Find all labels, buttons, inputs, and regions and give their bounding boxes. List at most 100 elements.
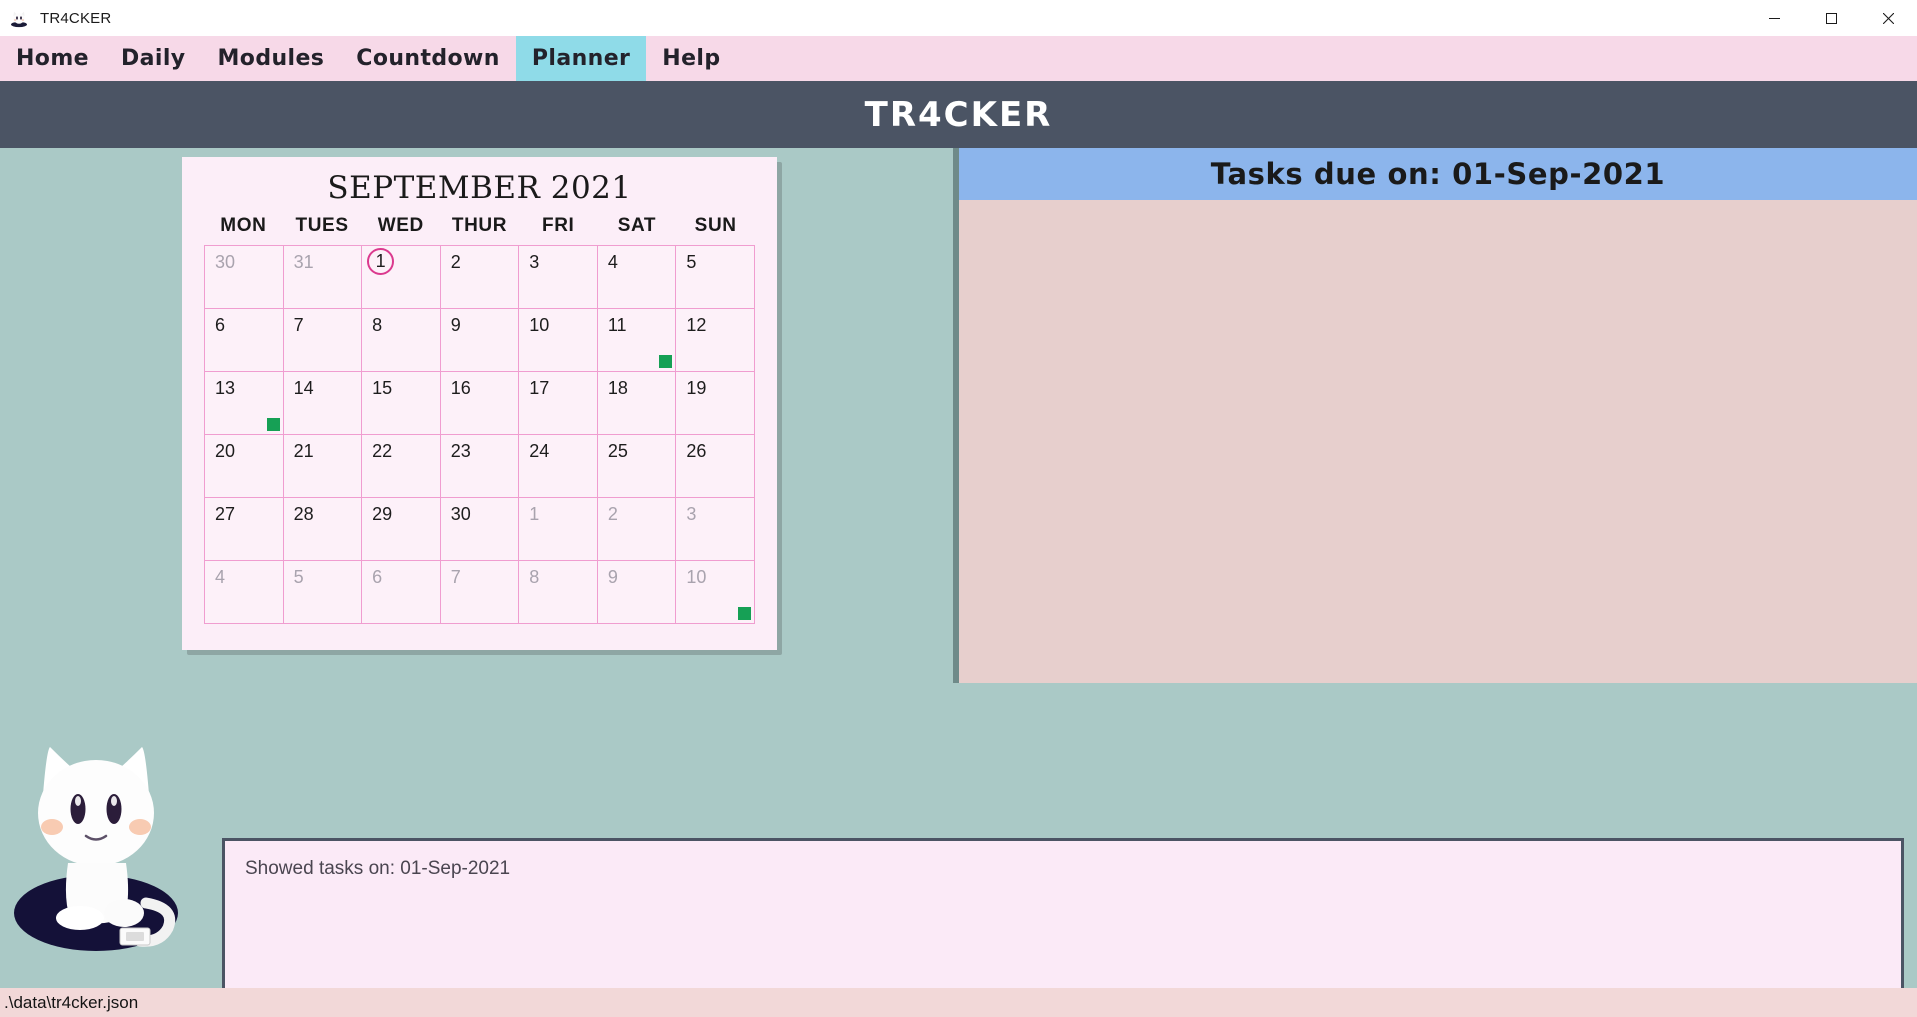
- calendar-day-cell[interactable]: 16: [440, 372, 520, 436]
- tasks-panel-list[interactable]: [959, 200, 1917, 683]
- menu-item-label: Planner: [531, 46, 631, 71]
- calendar-day-cell[interactable]: 7: [283, 309, 363, 373]
- menu-item-planner[interactable]: Planner: [515, 36, 647, 81]
- calendar-day-number: 2: [450, 252, 461, 273]
- calendar-day-cell[interactable]: 30: [440, 498, 520, 562]
- calendar-day-cell[interactable]: 29: [362, 498, 441, 562]
- minimize-button[interactable]: [1746, 0, 1803, 36]
- window-titlebar: TR4CKER: [0, 0, 1917, 36]
- calendar-day-number: 4: [607, 252, 618, 273]
- calendar-dayname-sat: SAT: [617, 215, 657, 237]
- calendar-day-cell[interactable]: 30: [205, 246, 284, 310]
- menu-item-label: Modules: [217, 46, 325, 71]
- calendar-day-cell[interactable]: 31: [283, 246, 363, 310]
- calendar-day-cell[interactable]: 9: [597, 561, 677, 625]
- tasks-panel-header: Tasks due on: 01-Sep-2021: [959, 148, 1917, 200]
- menu-item-help[interactable]: Help: [646, 36, 736, 81]
- menu-item-countdown[interactable]: Countdown: [340, 36, 516, 81]
- calendar-day-number: 18: [607, 378, 628, 399]
- tasks-panel: Tasks due on: 01-Sep-2021: [959, 148, 1917, 683]
- menu-item-label: Help: [662, 46, 721, 71]
- calendar-day-number: 29: [372, 504, 393, 525]
- calendar-day-cell[interactable]: 6: [205, 309, 284, 373]
- main-menubar: Home Daily Modules Countdown Planner Help: [0, 36, 1917, 81]
- calendar-dayname-thur: THUR: [451, 215, 508, 237]
- status-bar-path: .\data\tr4cker.json: [4, 992, 139, 1012]
- calendar-day-cell[interactable]: 10: [519, 309, 598, 373]
- calendar-day-cell[interactable]: 1: [362, 246, 441, 310]
- task-indicator-dot: [737, 607, 751, 621]
- calendar-day-cell[interactable]: 8: [519, 561, 598, 625]
- calendar-day-cell[interactable]: 15: [362, 372, 441, 436]
- calendar-day-cell[interactable]: 10: [676, 561, 755, 625]
- calendar-day-cell[interactable]: 25: [597, 435, 677, 499]
- calendar-day-cell[interactable]: 27: [205, 498, 284, 562]
- calendar-day-grid: 30 31 1 2 3 4 5 6 7 8 9 10 11 12 13 14 15 16 17 18 19 20 21 22 2…: [204, 245, 755, 625]
- calendar-region: SEPTEMBER 2021 MON TUES WED THUR FRI SAT SUN 3…: [0, 148, 959, 683]
- app-window: TR4CKER Home Daily Modules Countdown Planner…: [0, 0, 1917, 1017]
- calendar-day-cell[interactable]: 2: [597, 498, 677, 562]
- calendar-day-cell[interactable]: 5: [283, 561, 363, 625]
- calendar-day-number: 19: [686, 378, 707, 399]
- calendar-day-cell[interactable]: 18: [597, 372, 677, 436]
- calendar-day-cell[interactable]: 20: [205, 435, 284, 499]
- window-controls: [1746, 0, 1917, 36]
- calendar-dayname-mon: MON: [220, 215, 267, 237]
- calendar-day-cell[interactable]: 23: [440, 435, 520, 499]
- calendar-day-cell[interactable]: 9: [440, 309, 520, 373]
- close-button[interactable]: [1860, 0, 1917, 36]
- task-indicator-dot: [266, 418, 280, 432]
- calendar-day-number: 7: [450, 567, 461, 588]
- calendar-day-number: 24: [529, 441, 550, 462]
- calendar-dayname-fri: FRI: [542, 215, 575, 237]
- calendar-dayname-sun: SUN: [694, 215, 737, 237]
- calendar-day-number: 17: [529, 378, 550, 399]
- calendar-day-number: 22: [372, 441, 393, 462]
- menu-item-daily[interactable]: Daily: [105, 36, 202, 81]
- window-title: TR4CKER: [40, 9, 112, 27]
- calendar-day-cell[interactable]: 24: [519, 435, 598, 499]
- calendar-day-number: 6: [215, 315, 226, 336]
- calendar-day-cell[interactable]: 12: [676, 309, 755, 373]
- calendar-day-cell[interactable]: 3: [519, 246, 598, 310]
- calendar-day-number: 7: [293, 315, 304, 336]
- menu-item-modules[interactable]: Modules: [202, 36, 341, 81]
- maximize-button[interactable]: [1803, 0, 1860, 36]
- calendar-month-title: SEPTEMBER 2021: [327, 170, 632, 206]
- cat-app-icon: [9, 8, 29, 28]
- calendar-day-cell[interactable]: 13: [205, 372, 284, 436]
- calendar-day-cell[interactable]: 17: [519, 372, 598, 436]
- calendar-day-number: 1: [529, 504, 540, 525]
- calendar-day-number: 11: [607, 315, 627, 336]
- calendar-day-cell[interactable]: 22: [362, 435, 441, 499]
- calendar-day-cell[interactable]: 4: [597, 246, 677, 310]
- calendar-dayname-wed: WED: [377, 215, 424, 237]
- calendar-day-number: 20: [215, 441, 236, 462]
- main-body: SEPTEMBER 2021 MON TUES WED THUR FRI SAT SUN 3…: [0, 148, 1917, 1017]
- calendar-day-cell[interactable]: 26: [676, 435, 755, 499]
- calendar-widget[interactable]: SEPTEMBER 2021 MON TUES WED THUR FRI SAT SUN 3…: [182, 157, 777, 650]
- menu-item-home[interactable]: Home: [0, 36, 105, 81]
- calendar-day-number: 26: [686, 441, 707, 462]
- calendar-day-cell[interactable]: 28: [283, 498, 363, 562]
- calendar-day-cell[interactable]: 21: [283, 435, 363, 499]
- calendar-day-number: 10: [529, 315, 550, 336]
- calendar-day-cell[interactable]: 19: [676, 372, 755, 436]
- calendar-day-cell[interactable]: 6: [362, 561, 441, 625]
- app-header-banner: TR4CKER: [0, 81, 1917, 148]
- calendar-day-cell[interactable]: 4: [205, 561, 284, 625]
- calendar-day-number: 25: [607, 441, 628, 462]
- calendar-day-number: 1: [367, 248, 395, 276]
- calendar-day-number: 6: [372, 567, 383, 588]
- calendar-day-number: 28: [293, 504, 314, 525]
- calendar-day-cell[interactable]: 7: [440, 561, 520, 625]
- calendar-day-cell[interactable]: 1: [519, 498, 598, 562]
- calendar-day-cell[interactable]: 11: [597, 309, 677, 373]
- calendar-day-number: 27: [215, 504, 236, 525]
- calendar-day-cell[interactable]: 5: [676, 246, 755, 310]
- calendar-day-cell[interactable]: 2: [440, 246, 520, 310]
- calendar-day-number: 14: [293, 378, 314, 399]
- calendar-day-cell[interactable]: 14: [283, 372, 363, 436]
- calendar-day-cell[interactable]: 8: [362, 309, 441, 373]
- calendar-day-cell[interactable]: 3: [676, 498, 755, 562]
